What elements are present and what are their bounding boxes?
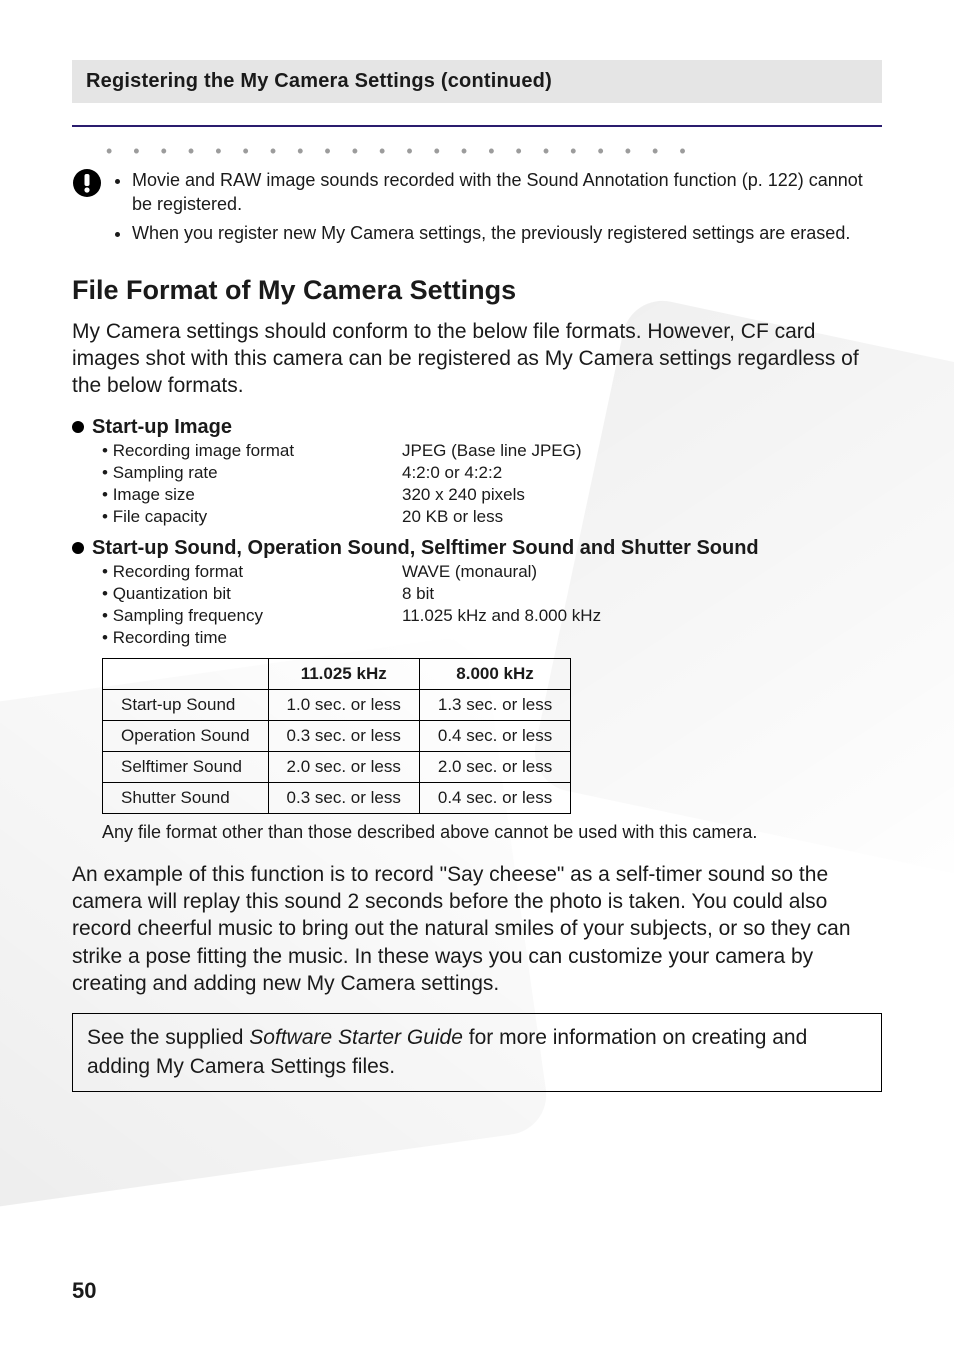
boxed-text-italic: Software Starter Guide <box>249 1026 463 1049</box>
spec-label: Sampling frequency <box>102 606 402 626</box>
table-row: Selftimer Sound 2.0 sec. or less 2.0 sec… <box>103 751 571 782</box>
caution-note: Movie and RAW image sounds recorded with… <box>72 168 882 249</box>
table-cell: 2.0 sec. or less <box>419 751 570 782</box>
spec-label: Recording time <box>102 628 402 648</box>
exclamation-icon <box>72 168 102 249</box>
example-paragraph: An example of this function is to record… <box>72 861 882 997</box>
spec-label: Recording format <box>102 562 402 582</box>
table-cell: 0.4 sec. or less <box>419 720 570 751</box>
boxed-text-pre: See the supplied <box>87 1026 249 1049</box>
table-cell: 1.3 sec. or less <box>419 689 570 720</box>
table-cell: Selftimer Sound <box>103 751 269 782</box>
caution-item: Movie and RAW image sounds recorded with… <box>132 168 882 217</box>
table-header-cell <box>103 658 269 689</box>
table-header-cell: 11.025 kHz <box>268 658 419 689</box>
spec-label: Quantization bit <box>102 584 402 604</box>
caution-list: Movie and RAW image sounds recorded with… <box>112 168 882 249</box>
header-rule <box>72 125 882 127</box>
subheading-label: Start-up Image <box>92 416 232 439</box>
page-number: 50 <box>72 1278 96 1304</box>
sound-specs: Recording format WAVE (monaural) Quantiz… <box>102 562 882 648</box>
see-also-box: See the supplied Software Starter Guide … <box>72 1013 882 1092</box>
bullet-icon <box>72 421 84 433</box>
table-footnote: Any file format other than those describ… <box>102 822 882 843</box>
spec-value: 320 x 240 pixels <box>402 485 882 505</box>
heading-file-format: File Format of My Camera Settings <box>72 275 882 306</box>
spec-value <box>402 628 882 648</box>
subheading-startup-image: Start-up Image <box>72 416 882 439</box>
startup-image-specs: Recording image format JPEG (Base line J… <box>102 441 882 527</box>
spec-label: Sampling rate <box>102 463 402 483</box>
table-row: Shutter Sound 0.3 sec. or less 0.4 sec. … <box>103 782 571 813</box>
recording-time-table: 11.025 kHz 8.000 kHz Start-up Sound 1.0 … <box>102 658 571 814</box>
spec-label: File capacity <box>102 507 402 527</box>
intro-paragraph: My Camera settings should conform to the… <box>72 318 882 400</box>
spec-value: 4:2:0 or 4:2:2 <box>402 463 882 483</box>
table-cell: 0.3 sec. or less <box>268 720 419 751</box>
table-header-row: 11.025 kHz 8.000 kHz <box>103 658 571 689</box>
table-cell: 0.3 sec. or less <box>268 782 419 813</box>
table-cell: 2.0 sec. or less <box>268 751 419 782</box>
spec-value: 8 bit <box>402 584 882 604</box>
table-cell: Start-up Sound <box>103 689 269 720</box>
spec-value: JPEG (Base line JPEG) <box>402 441 882 461</box>
table-row: Operation Sound 0.3 sec. or less 0.4 sec… <box>103 720 571 751</box>
spec-value: 11.025 kHz and 8.000 kHz <box>402 606 882 626</box>
table-cell: 0.4 sec. or less <box>419 782 570 813</box>
subheading-sounds: Start-up Sound, Operation Sound, Selftim… <box>72 537 882 560</box>
table-cell: Operation Sound <box>103 720 269 751</box>
dotted-separator: • • • • • • • • • • • • • • • • • • • • … <box>106 141 882 162</box>
section-header: Registering the My Camera Settings (cont… <box>72 60 882 103</box>
subheading-label: Start-up Sound, Operation Sound, Selftim… <box>92 537 759 560</box>
spec-label: Image size <box>102 485 402 505</box>
table-cell: Shutter Sound <box>103 782 269 813</box>
table-row: Start-up Sound 1.0 sec. or less 1.3 sec.… <box>103 689 571 720</box>
spec-label: Recording image format <box>102 441 402 461</box>
table-header-cell: 8.000 kHz <box>419 658 570 689</box>
caution-item: When you register new My Camera settings… <box>132 221 882 245</box>
spec-value: 20 KB or less <box>402 507 882 527</box>
section-header-block: Registering the My Camera Settings (cont… <box>72 60 882 127</box>
spec-value: WAVE (monaural) <box>402 562 882 582</box>
bullet-icon <box>72 542 84 554</box>
table-cell: 1.0 sec. or less <box>268 689 419 720</box>
